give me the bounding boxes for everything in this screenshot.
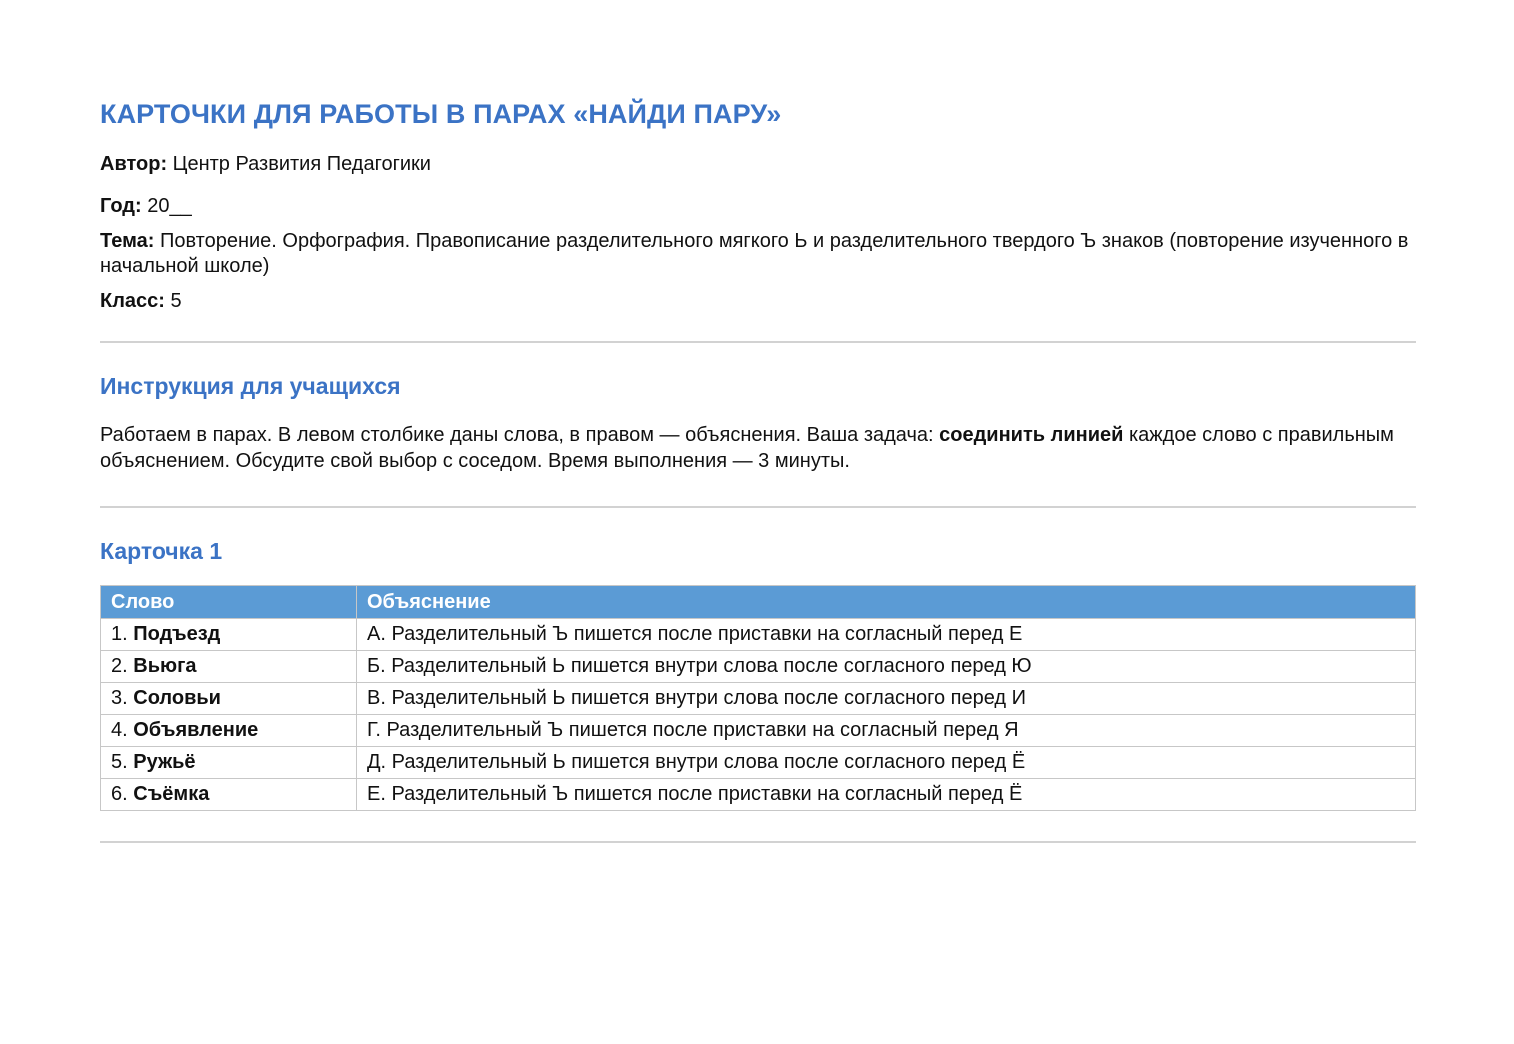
explanation-cell: Б. Разделительный Ь пишется внутри слова… <box>356 650 1416 683</box>
instructions-text: Работаем в парах. В левом столбике даны … <box>100 422 1416 474</box>
table-row: 5. Ружьё Д. Разделительный Ь пишется вну… <box>100 746 1416 779</box>
table-row: 2. Вьюга Б. Разделительный Ь пишется вну… <box>100 650 1416 683</box>
year-label: Год: <box>100 195 142 217</box>
card-heading: Карточка 1 <box>100 538 223 564</box>
explanation-cell: Д. Разделительный Ь пишется внутри слова… <box>356 746 1416 779</box>
word: Ружьё <box>133 751 196 773</box>
explanation-cell: В. Разделительный Ь пишется внутри слова… <box>356 682 1416 715</box>
row-number: 2. <box>111 655 128 677</box>
word-cell: 3. Соловьи <box>100 682 357 715</box>
row-number: 3. <box>111 687 128 709</box>
row-number: 4. <box>111 719 128 741</box>
table-row: 4. Объявление Г. Разделительный Ъ пишетс… <box>100 714 1416 747</box>
instructions-text-bold: соединить линией <box>939 424 1124 446</box>
document-title: КАРТОЧКИ ДЛЯ РАБОТЫ В ПАРАХ «НАЙДИ ПАРУ» <box>100 99 782 129</box>
word: Соловьи <box>133 687 221 709</box>
author-label: Автор: <box>100 153 168 175</box>
row-number: 6. <box>111 783 128 805</box>
topic-line: Тема: Повторение. Орфография. Правописан… <box>100 229 1416 279</box>
word-explanation-table: Слово Объяснение 1. Подъезд А. Разделите… <box>100 585 1416 811</box>
word-cell: 5. Ружьё <box>100 746 357 779</box>
row-number: 5. <box>111 751 128 773</box>
column-header-word: Слово <box>100 585 357 619</box>
instructions-text-start: Работаем в парах. В левом столбике даны … <box>100 424 940 446</box>
author-line: Автор: Центр Развития Педагогики <box>100 152 1416 177</box>
section-divider <box>100 506 1416 508</box>
explanation-cell: Е. Разделительный Ъ пишется после приста… <box>356 778 1416 811</box>
author-value: Центр Развития Педагогики <box>172 153 431 175</box>
topic-label: Тема: <box>100 230 155 252</box>
explanation-cell: Г. Разделительный Ъ пишется после приста… <box>356 714 1416 747</box>
year-value: 20__ <box>147 195 192 217</box>
class-line: Класс: 5 <box>100 289 1416 314</box>
class-value: 5 <box>170 290 182 312</box>
word-cell: 4. Объявление <box>100 714 357 747</box>
class-label: Класс: <box>100 290 165 312</box>
row-number: 1. <box>111 623 128 645</box>
table-row: 3. Соловьи В. Разделительный Ь пишется в… <box>100 682 1416 715</box>
explanation-cell: А. Разделительный Ъ пишется после приста… <box>356 618 1416 651</box>
word: Вьюга <box>133 655 197 677</box>
word: Съёмка <box>133 783 210 805</box>
section-divider <box>100 341 1416 343</box>
word-cell: 2. Вьюга <box>100 650 357 683</box>
word: Объявление <box>133 719 259 741</box>
year-line: Год: 20__ <box>100 194 1416 219</box>
word-cell: 6. Съёмка <box>100 778 357 811</box>
document-page: КАРТОЧКИ ДЛЯ РАБОТЫ В ПАРАХ «НАЙДИ ПАРУ»… <box>0 0 1514 1044</box>
table-row: 1. Подъезд А. Разделительный Ъ пишется п… <box>100 618 1416 651</box>
word: Подъезд <box>133 623 221 645</box>
table-header-row: Слово Объяснение <box>100 585 1416 619</box>
table-row: 6. Съёмка Е. Разделительный Ъ пишется по… <box>100 778 1416 811</box>
topic-value: Повторение. Орфография. Правописание раз… <box>100 230 1409 277</box>
section-divider <box>100 841 1416 843</box>
column-header-explanation: Объяснение <box>356 585 1416 619</box>
word-cell: 1. Подъезд <box>100 618 357 651</box>
instructions-heading: Инструкция для учащихся <box>100 373 401 399</box>
